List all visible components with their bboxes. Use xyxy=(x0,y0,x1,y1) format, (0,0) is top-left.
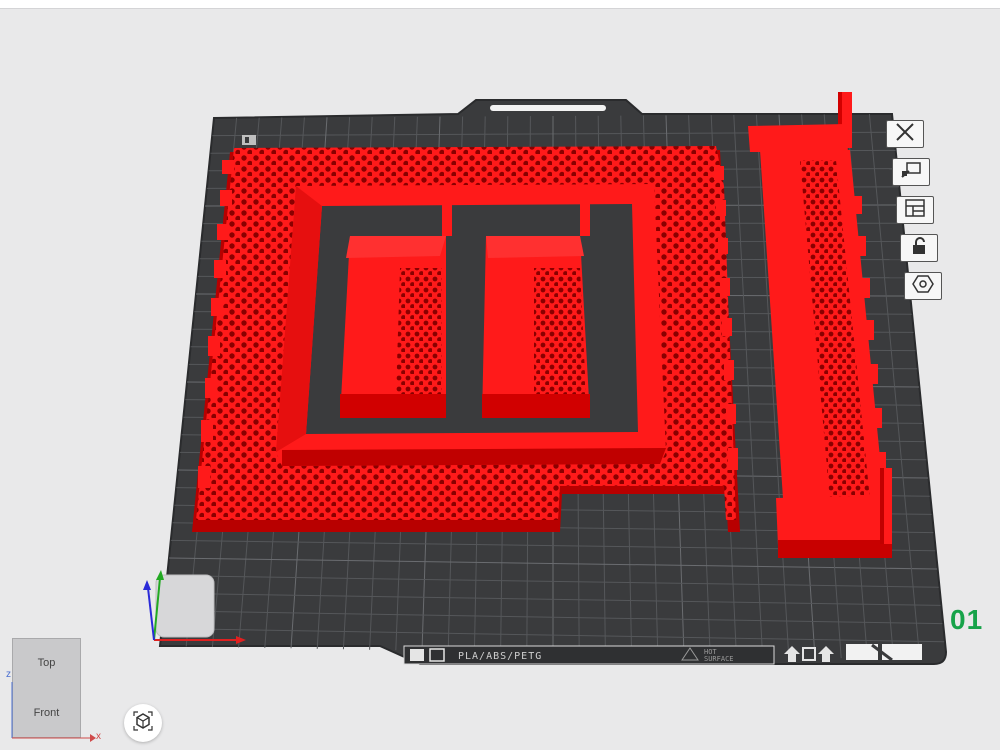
axis-x-label: x xyxy=(96,731,101,742)
model-bin-right[interactable] xyxy=(482,236,590,418)
settings-hex-icon xyxy=(912,273,934,300)
plate-toolbar xyxy=(884,118,944,318)
axis-z-label: z xyxy=(6,669,11,680)
model-inner-frame[interactable] xyxy=(276,184,666,466)
arrange-button[interactable] xyxy=(896,196,934,224)
plate-logo-icon xyxy=(242,135,256,145)
lock-plate-button[interactable] xyxy=(900,234,938,262)
close-icon xyxy=(894,122,916,147)
cube-view-icon xyxy=(133,710,153,736)
plate-settings-button[interactable] xyxy=(904,272,942,300)
auto-orient-icon xyxy=(899,160,923,185)
arrange-icon xyxy=(904,198,926,223)
3d-viewport[interactable]: PLA/ABS/PETG HOT SURFACE xyxy=(0,0,1000,750)
delete-plate-button[interactable] xyxy=(886,120,924,148)
view-toggle-button[interactable] xyxy=(124,704,162,742)
model-bin-left[interactable] xyxy=(340,236,446,418)
plate-number: 01 xyxy=(950,604,984,635)
hot-label-line2: SURFACE xyxy=(704,655,734,663)
material-label: PLA/ABS/PETG xyxy=(458,651,542,662)
auto-orient-button[interactable] xyxy=(892,158,930,186)
unlock-icon xyxy=(909,236,929,261)
